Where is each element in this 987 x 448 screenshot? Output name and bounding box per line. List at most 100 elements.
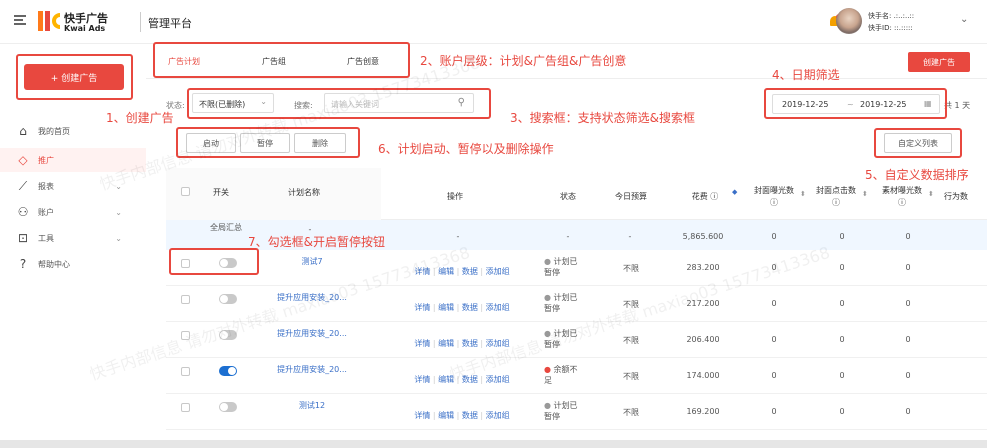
row-checkbox[interactable] <box>181 403 190 412</box>
col-impressions[interactable]: 封面曝光数 ⓘ <box>750 185 798 209</box>
annotation-box-custom <box>874 128 962 158</box>
user-name: 快手名: .:..:..:: <box>868 12 915 20</box>
sort-icon[interactable]: ⬍ <box>862 190 868 198</box>
sidebar-item-label: 账户 <box>38 207 54 217</box>
row-plan-name[interactable]: 测试7 <box>266 256 358 267</box>
row-spend: 283.200 <box>686 263 720 272</box>
row-spend: 169.200 <box>686 407 720 416</box>
col-clicks[interactable]: 封面点击数 ⓘ <box>812 185 860 209</box>
row-checkbox[interactable] <box>181 367 190 376</box>
avatar[interactable] <box>836 8 862 34</box>
sidebar-item-help[interactable]: ? 帮助中心 <box>16 255 136 273</box>
home-icon: ⌂ <box>19 124 27 138</box>
sidebar-item-account[interactable]: ⚇ 账户 ⌄ <box>16 203 136 221</box>
row-op-link[interactable]: 编辑 <box>438 339 454 348</box>
row-op-link[interactable]: 添加组 <box>486 375 510 384</box>
brand-en: Kwai Ads <box>64 24 106 33</box>
row-material-imp: 0 <box>905 299 911 308</box>
row-material-imp: 0 <box>905 407 911 416</box>
sort-icon[interactable]: ⬍ <box>928 190 934 198</box>
sort-icon[interactable]: ⬍ <box>800 190 806 198</box>
row-op-link[interactable]: 详情 <box>414 411 430 420</box>
row-op-link[interactable]: 添加组 <box>486 411 510 420</box>
row-op-link[interactable]: 详情 <box>414 375 430 384</box>
col-spend[interactable]: 花费 ⓘ <box>680 191 730 202</box>
op-separator: | <box>454 339 462 348</box>
row-impressions: 0 <box>771 371 777 380</box>
op-separator: | <box>477 411 486 420</box>
row-toggle[interactable] <box>219 294 237 304</box>
row-toggle[interactable] <box>219 366 237 376</box>
sidebar-item-label: 我的首页 <box>38 126 70 136</box>
row-material-imp: 0 <box>905 263 911 272</box>
row-op-link[interactable]: 数据 <box>462 411 478 420</box>
row-toggle[interactable] <box>219 402 237 412</box>
row-plan-name[interactable]: 提升应用安装_20... <box>266 364 358 375</box>
row-clicks: 0 <box>839 407 845 416</box>
select-all-checkbox[interactable] <box>181 187 190 196</box>
sidebar-item-label: 工具 <box>38 233 54 243</box>
op-separator: | <box>430 411 439 420</box>
op-separator: | <box>477 267 486 276</box>
op-separator: | <box>454 303 462 312</box>
row-op-link[interactable]: 编辑 <box>438 411 454 420</box>
row-budget: 不限 <box>623 372 639 381</box>
chevron-down-icon[interactable]: ⌄ <box>960 14 968 25</box>
op-separator: | <box>454 267 462 276</box>
row-spend: 206.400 <box>686 335 720 344</box>
row-op-links: 详情 | 编辑 | 数据 | 添加组 <box>402 410 522 421</box>
summary-label: 全局汇总 <box>210 223 242 232</box>
row-op-link[interactable]: 数据 <box>462 339 478 348</box>
row-op-link[interactable]: 数据 <box>462 267 478 276</box>
status-dot-icon: ● <box>544 293 554 302</box>
row-budget: 不限 <box>623 336 639 345</box>
create-ad-top-button[interactable]: 创建广告 <box>908 52 970 72</box>
row-plan-name[interactable]: 测试12 <box>266 400 358 411</box>
row-op-link[interactable]: 添加组 <box>486 267 510 276</box>
summary-budget: - <box>628 232 632 241</box>
row-clicks: 0 <box>839 263 845 272</box>
summary-material-imp: 0 <box>905 232 911 241</box>
row-op-link[interactable]: 数据 <box>462 303 478 312</box>
date-total-days: 共 1 天 <box>944 101 971 110</box>
row-op-link[interactable]: 编辑 <box>438 303 454 312</box>
row-op-link[interactable]: 详情 <box>414 303 430 312</box>
col-status: 状态 <box>560 192 576 201</box>
sort-icon[interactable]: ◆ <box>732 188 737 196</box>
sidebar-item-tools[interactable]: ⊡ 工具 ⌄ <box>16 229 136 247</box>
row-clicks: 0 <box>839 335 845 344</box>
row-checkbox[interactable] <box>181 295 190 304</box>
status-dot-icon: ● <box>544 401 554 410</box>
col-material-imp[interactable]: 素材曝光数 ⓘ <box>878 185 926 209</box>
row-op-link[interactable]: 详情 <box>414 339 430 348</box>
op-separator: | <box>430 303 439 312</box>
row-plan-name[interactable]: 提升应用安装_20... <box>266 328 358 339</box>
col-today-budget: 今日预算 <box>615 192 647 201</box>
op-separator: | <box>430 339 439 348</box>
platform-title: 管理平台 <box>148 17 192 30</box>
tabs-divider <box>146 78 987 79</box>
annotation-box-switch <box>169 248 259 275</box>
col-ops: 操作 <box>447 192 463 201</box>
row-status: ● 计划已暂停 <box>544 256 584 278</box>
row-status: ● 计划已暂停 <box>544 292 584 314</box>
bottom-bar <box>0 440 987 448</box>
sidebar-item-label: 推广 <box>38 155 54 165</box>
chevron-down-icon: ⌄ <box>115 207 122 217</box>
annotation-4: 4、日期筛选 <box>772 68 840 82</box>
col-switch: 开关 <box>213 188 229 197</box>
summary-status: - <box>566 232 570 241</box>
menu-icon[interactable] <box>14 14 26 26</box>
row-clicks: 0 <box>839 299 845 308</box>
sidebar-item-label: 报表 <box>38 181 54 191</box>
status-dot-icon: ● <box>544 365 554 374</box>
annotation-box-date <box>764 88 947 119</box>
annotation-7: 7、勾选框&开启暂停按钮 <box>248 235 385 249</box>
row-impressions: 0 <box>771 299 777 308</box>
op-separator: | <box>430 375 439 384</box>
chevron-down-icon: ⌄ <box>115 233 122 243</box>
row-clicks: 0 <box>839 371 845 380</box>
help-icon: ? <box>19 257 27 271</box>
create-ad-top-label: 创建广告 <box>923 57 955 67</box>
row-op-link[interactable]: 添加组 <box>486 303 510 312</box>
